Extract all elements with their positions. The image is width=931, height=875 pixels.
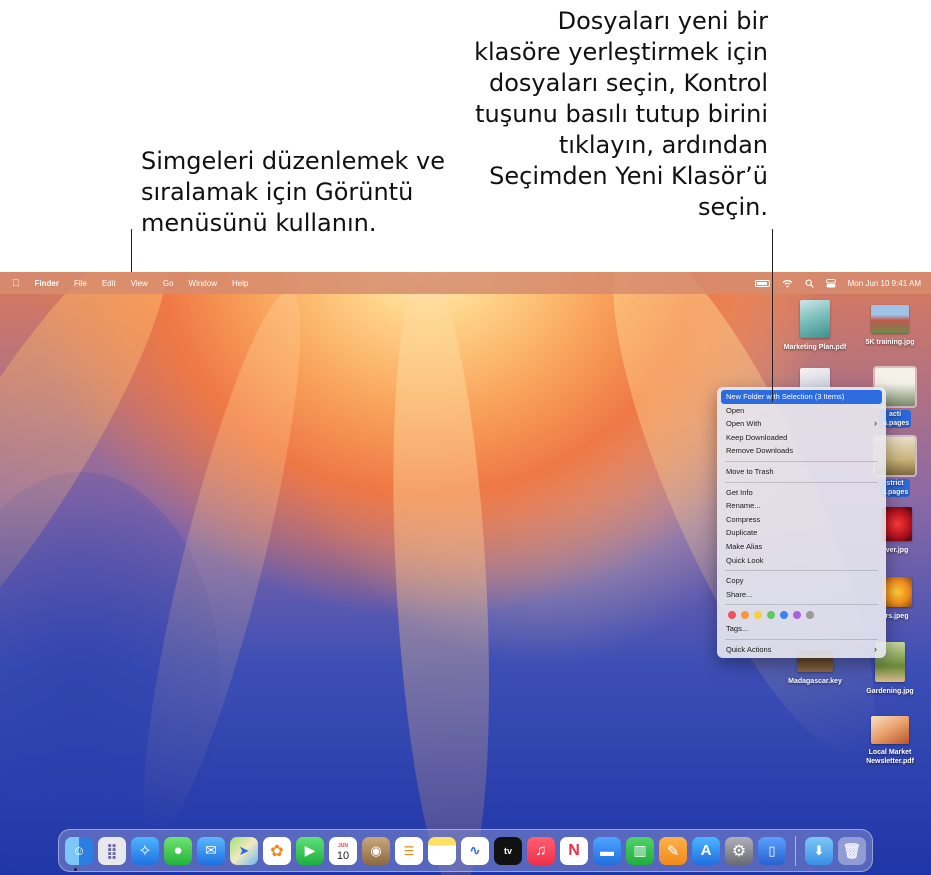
menu-item-move-to-trash[interactable]: Move to Trash bbox=[721, 465, 882, 479]
facetime-icon[interactable]: ▶ bbox=[296, 836, 324, 865]
callout-view-menu: Simgeleri düzenlemek ve sıralamak için G… bbox=[141, 147, 445, 237]
news-icon[interactable]: N bbox=[560, 836, 588, 865]
pdf-thumbnail-icon bbox=[871, 716, 909, 744]
tag-orange-dot[interactable] bbox=[741, 611, 749, 620]
contacts-icon[interactable]: ◉ bbox=[362, 836, 390, 865]
photo-thumbnail-icon bbox=[882, 577, 912, 607]
pdf-thumbnail-icon bbox=[800, 300, 830, 338]
running-indicator-dot bbox=[74, 868, 77, 871]
menu-item-quick-actions[interactable]: Quick Actions › bbox=[721, 643, 882, 657]
menu-item-share[interactable]: Share... bbox=[721, 588, 882, 602]
calendar-day-label: 10 bbox=[336, 849, 350, 862]
menu-view[interactable]: View bbox=[131, 279, 148, 288]
menu-separator bbox=[725, 460, 878, 462]
menu-separator bbox=[725, 604, 878, 606]
mail-icon[interactable]: ✉ bbox=[197, 836, 225, 865]
context-menu: New Folder with Selection (3 Items) Open… bbox=[717, 387, 886, 658]
menu-bar:  Finder File Edit View Go Window Help M… bbox=[0, 272, 931, 294]
menu-item-remove-downloads[interactable]: Remove Downloads bbox=[721, 444, 882, 458]
iphone-mirroring-icon[interactable]: ▯ bbox=[758, 836, 786, 865]
battery-icon[interactable] bbox=[754, 279, 770, 287]
dock-separator bbox=[795, 835, 796, 866]
desktop-file-label: Local Market Newsletter.pdf bbox=[866, 749, 914, 765]
reminders-icon[interactable]: ☰ bbox=[395, 836, 423, 865]
menu-separator bbox=[725, 481, 878, 483]
desktop-file-marketing-plan[interactable]: Marketing Plan.pdf bbox=[775, 300, 855, 352]
callout-line-left bbox=[131, 229, 132, 276]
control-center-icon[interactable] bbox=[825, 278, 836, 288]
calendar-month-label: JUN bbox=[337, 842, 348, 849]
music-icon[interactable]: ♫ bbox=[527, 836, 555, 865]
notes-icon[interactable] bbox=[428, 836, 456, 865]
menu-item-make-alias[interactable]: Make Alias bbox=[721, 540, 882, 554]
menu-item-rename[interactable]: Rename... bbox=[721, 499, 882, 513]
pages-icon[interactable]: ✎ bbox=[659, 836, 687, 865]
menu-go[interactable]: Go bbox=[163, 279, 174, 288]
menu-separator bbox=[725, 570, 878, 572]
maps-icon[interactable]: ➤ bbox=[230, 836, 258, 865]
menu-item-label: Open With bbox=[726, 419, 762, 429]
menu-item-open[interactable]: Open bbox=[721, 404, 882, 418]
menu-help[interactable]: Help bbox=[232, 279, 248, 288]
tag-color-row bbox=[721, 608, 882, 622]
photo-thumbnail-icon bbox=[882, 507, 912, 541]
menu-separator bbox=[725, 638, 878, 640]
desktop-file-local-market-newsletter[interactable]: Local Market Newsletter.pdf bbox=[850, 716, 930, 766]
desktop-file-label: Gardening.jpg bbox=[866, 688, 914, 695]
status-area: Mon Jun 10 9:41 AM bbox=[754, 272, 921, 294]
tag-blue-dot[interactable] bbox=[780, 611, 788, 620]
desktop-file-label: Marketing Plan.pdf bbox=[783, 344, 847, 351]
numbers-icon[interactable]: ▥ bbox=[626, 836, 654, 865]
freeform-icon[interactable]: ∿ bbox=[461, 836, 489, 865]
photo-thumbnail-icon bbox=[871, 305, 909, 333]
finder-icon[interactable]: ☺ bbox=[65, 836, 93, 865]
chevron-right-icon: › bbox=[874, 643, 877, 654]
callout-line-right bbox=[772, 229, 773, 402]
wallpaper-ray bbox=[380, 272, 503, 875]
menu-item-keep-downloaded[interactable]: Keep Downloaded bbox=[721, 431, 882, 445]
calendar-icon[interactable]: JUN 10 bbox=[329, 836, 357, 865]
dock: ☺ ⣿ ✧ ● ✉ ➤ ✿ ▶ JUN 10 ◉ ☰ ∿ tv ♫ N ▬ ▥ … bbox=[58, 829, 873, 872]
menu-item-quick-look[interactable]: Quick Look bbox=[721, 554, 882, 568]
launchpad-icon[interactable]: ⣿ bbox=[98, 836, 126, 865]
menu-item-new-folder-with-selection[interactable]: New Folder with Selection (3 Items) bbox=[721, 390, 882, 404]
spotlight-search-icon[interactable] bbox=[805, 278, 814, 288]
menu-item-get-info[interactable]: Get Info bbox=[721, 486, 882, 500]
keynote-icon[interactable]: ▬ bbox=[593, 836, 621, 865]
menu-item-open-with[interactable]: Open With › bbox=[721, 417, 882, 431]
tag-gray-dot[interactable] bbox=[806, 611, 814, 620]
safari-icon[interactable]: ✧ bbox=[131, 836, 159, 865]
downloads-folder-icon[interactable]: ⬇ bbox=[805, 836, 833, 865]
app-store-icon[interactable]: A bbox=[692, 836, 720, 865]
messages-icon[interactable]: ● bbox=[164, 836, 192, 865]
photos-icon[interactable]: ✿ bbox=[263, 836, 291, 865]
system-settings-icon[interactable]: ⚙ bbox=[725, 836, 753, 865]
apple-tv-label: tv bbox=[503, 845, 512, 856]
apple-menu-icon[interactable]:  bbox=[12, 278, 20, 289]
tag-purple-dot[interactable] bbox=[793, 611, 801, 620]
tag-yellow-dot[interactable] bbox=[754, 611, 762, 620]
menubar-clock[interactable]: Mon Jun 10 9:41 AM bbox=[848, 279, 921, 288]
menu-file[interactable]: File bbox=[74, 279, 87, 288]
menu-edit[interactable]: Edit bbox=[102, 279, 116, 288]
tag-green-dot[interactable] bbox=[767, 611, 775, 620]
wifi-icon[interactable] bbox=[782, 279, 793, 288]
menu-item-tags[interactable]: Tags... bbox=[721, 622, 882, 636]
desktop-file-5k-training[interactable]: 5K training.jpg bbox=[850, 305, 930, 347]
desktop-file-label: 5K training.jpg bbox=[865, 339, 915, 346]
menu-window[interactable]: Window bbox=[189, 279, 217, 288]
tag-red-dot[interactable] bbox=[728, 611, 736, 620]
chevron-right-icon: › bbox=[874, 418, 877, 429]
callout-new-folder: Dosyaları yeni bir klasöre yerleştirmek … bbox=[474, 7, 768, 221]
menu-app-finder[interactable]: Finder bbox=[35, 279, 59, 288]
apple-tv-icon[interactable]: tv bbox=[494, 836, 522, 865]
trash-icon[interactable]: 🗑 bbox=[838, 836, 866, 865]
menu-item-compress[interactable]: Compress bbox=[721, 513, 882, 527]
desktop-file-label: Madagascar.key bbox=[788, 678, 842, 685]
menu-item-label: Quick Actions bbox=[726, 644, 772, 654]
screenshot-stage: Simgeleri düzenlemek ve sıralamak için G… bbox=[0, 0, 931, 875]
menu-item-copy[interactable]: Copy bbox=[721, 574, 882, 588]
menu-item-duplicate[interactable]: Duplicate bbox=[721, 526, 882, 540]
